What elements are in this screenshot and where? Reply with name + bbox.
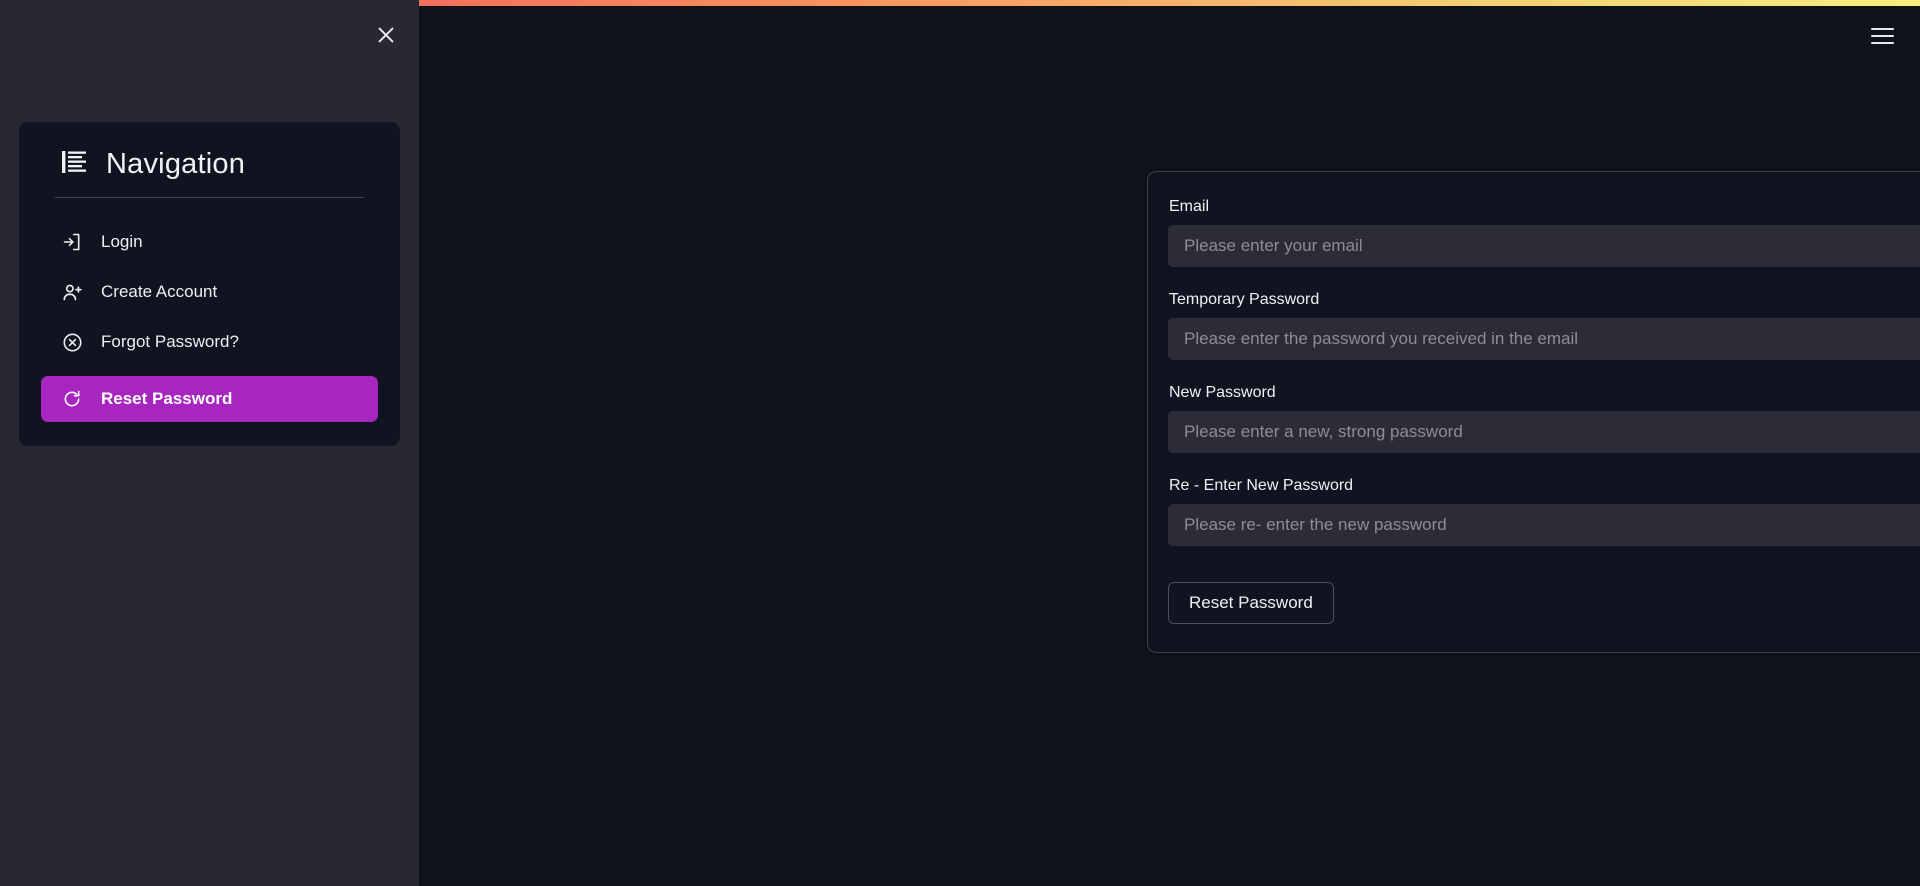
app-root: Navigation Login [0,0,1920,886]
input-wrapper [1168,411,1920,453]
field-label: Email [1169,198,1920,216]
gradient-accent-bar [419,0,1920,6]
spacer [1168,461,1920,477]
refresh-reset-icon [61,388,83,410]
list-lines-icon [61,149,89,180]
new-password-input[interactable] [1168,411,1920,453]
sidebar-item-create-account[interactable]: Create Account [41,270,378,314]
input-wrapper [1168,504,1920,546]
hamburger-bar [1871,42,1894,44]
sidebar-item-login[interactable]: Login [41,220,378,264]
navigation-list: Login Create Account [41,220,378,422]
close-icon [375,24,397,46]
navigation-header: Navigation [41,142,378,197]
field-temporary-password: Temporary Password [1168,291,1920,360]
input-wrapper [1168,318,1920,360]
spacer [1168,368,1920,384]
submit-row: Reset Password [1168,582,1920,624]
re-enter-new-password-input[interactable] [1168,504,1920,546]
sidebar-item-label: Reset Password [101,389,232,409]
reset-password-button[interactable]: Reset Password [1168,582,1334,624]
field-label: New Password [1169,384,1920,402]
sidebar-item-label: Create Account [101,282,217,302]
navigation-card: Navigation Login [19,122,400,446]
sidebar-item-reset-password[interactable]: Reset Password [41,376,378,422]
sidebar-item-forgot-password[interactable]: Forgot Password? [41,320,378,364]
field-label: Re - Enter New Password [1169,477,1920,495]
field-re-enter-new-password: Re - Enter New Password [1168,477,1920,546]
input-wrapper [1168,225,1920,267]
navigation-drawer: Navigation Login [0,0,419,886]
main-content: Email Temporary Password New Password [419,0,1920,886]
sidebar-item-label: Forgot Password? [101,332,239,352]
reset-password-form-card: Email Temporary Password New Password [1147,171,1920,653]
person-plus-icon [61,281,83,303]
email-input[interactable] [1168,225,1920,267]
field-email: Email [1168,198,1920,267]
spacer [1168,275,1920,291]
field-new-password: New Password [1168,384,1920,453]
hamburger-menu-icon[interactable] [1862,16,1902,56]
circle-x-icon [61,331,83,353]
page-title: Navigation [106,148,245,181]
hamburger-bar [1871,28,1894,30]
divider [55,197,364,198]
field-label: Temporary Password [1169,291,1920,309]
temporary-password-input[interactable] [1168,318,1920,360]
login-arrow-icon [61,231,83,253]
hamburger-bar [1871,35,1894,37]
sidebar-item-label: Login [101,232,143,252]
close-drawer-button[interactable] [368,17,404,53]
